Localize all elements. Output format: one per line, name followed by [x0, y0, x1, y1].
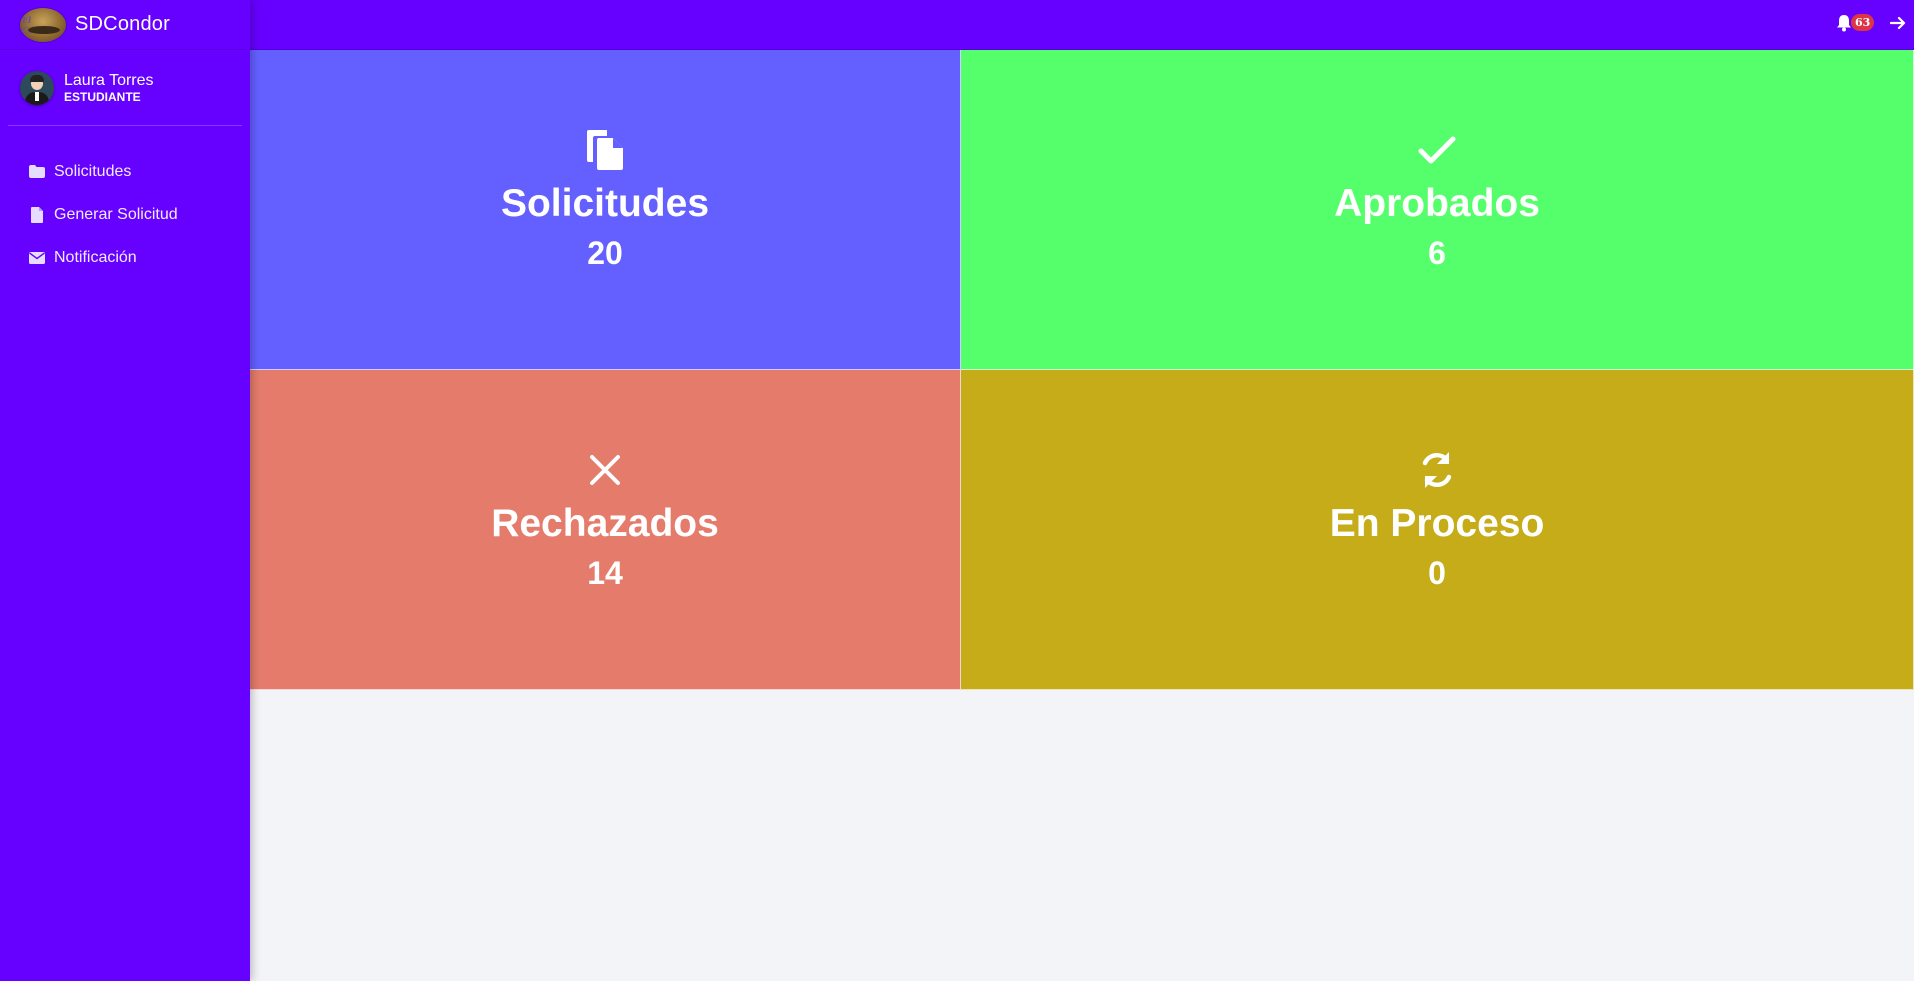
- tile-aprobados[interactable]: Aprobados 6: [961, 50, 1914, 370]
- check-icon: [1414, 127, 1460, 173]
- file-icon: [28, 206, 46, 223]
- tile-title: Rechazados: [491, 501, 719, 545]
- tile-en-proceso[interactable]: En Proceso 0: [961, 370, 1914, 690]
- user-role: ESTUDIANTE: [64, 89, 141, 104]
- tile-title: Aprobados: [1334, 181, 1540, 225]
- sidebar-item-solicitudes[interactable]: Solicitudes: [0, 150, 250, 193]
- sync-icon: [1414, 447, 1460, 493]
- stats-grid: Solicitudes 20 Aprobados 6 Rechazados 14: [250, 50, 1914, 690]
- tile-count: 20: [587, 234, 623, 271]
- user-panel: Laura Torres ESTUDIANTE: [8, 50, 242, 126]
- envelope-icon: [28, 250, 46, 266]
- arrow-right-icon[interactable]: [1888, 13, 1908, 33]
- tile-count: 0: [1428, 554, 1446, 591]
- folder-icon: [28, 164, 46, 180]
- notification-count-badge: 63: [1851, 14, 1875, 31]
- tile-title: Solicitudes: [500, 181, 710, 225]
- top-navbar: 63: [250, 0, 1914, 50]
- tile-title: En Proceso: [1329, 501, 1545, 545]
- tile-solicitudes[interactable]: Solicitudes 20: [250, 50, 961, 370]
- sidebar-item-label: Notificación: [54, 248, 137, 266]
- tile-rechazados[interactable]: Rechazados 14: [250, 370, 961, 690]
- user-name[interactable]: Laura Torres: [64, 71, 154, 90]
- sidebar-item-notificacion[interactable]: Notificación: [0, 236, 250, 279]
- avatar: [20, 70, 54, 105]
- copy-files-icon: [582, 127, 628, 173]
- brand-link[interactable]: El Cóndor SDCondor: [0, 0, 250, 50]
- tile-count: 6: [1428, 234, 1446, 271]
- brand-name: SDCondor: [75, 13, 170, 35]
- brand-logo: El Cóndor: [20, 7, 66, 42]
- sidebar-item-generar-solicitud[interactable]: Generar Solicitud: [0, 193, 250, 236]
- sidebar-item-label: Generar Solicitud: [54, 205, 178, 223]
- sidebar: El Cóndor SDCondor Laura Torres ESTUDIAN…: [0, 0, 250, 981]
- main-content: Solicitudes 20 Aprobados 6 Rechazados 14: [250, 50, 1914, 981]
- times-icon: [582, 447, 628, 493]
- sidebar-item-label: Solicitudes: [54, 162, 132, 180]
- tile-count: 14: [587, 554, 623, 591]
- sidebar-nav: Solicitudes Generar Solicitud Notificaci…: [0, 150, 250, 279]
